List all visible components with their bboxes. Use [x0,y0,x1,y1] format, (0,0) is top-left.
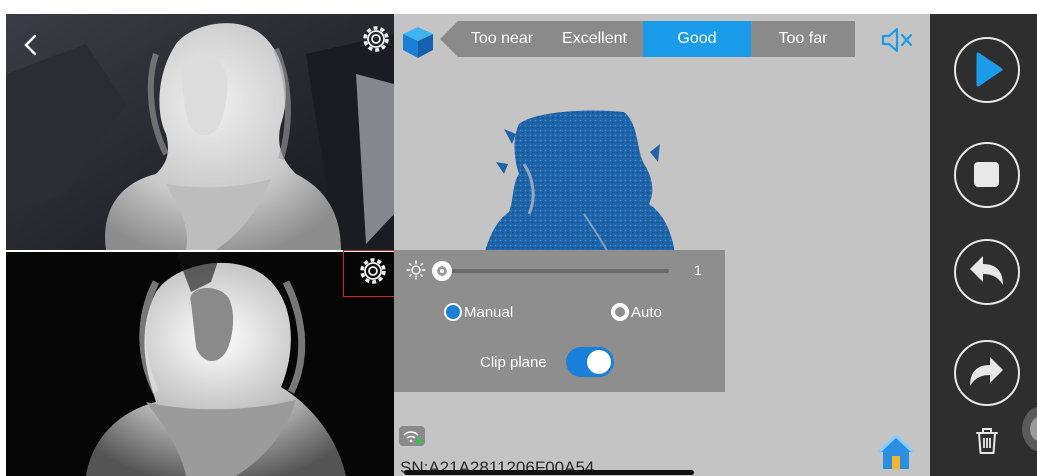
wifi-icon [399,426,425,446]
stop-scan-button[interactable] [954,142,1020,208]
redo-icon [970,357,1003,386]
color-camera-settings-button[interactable] [359,22,393,56]
toggle-knob [587,350,611,374]
back-button[interactable] [16,30,46,60]
scan-viewport[interactable]: Too near Excellent Good Too far 1 Manual… [394,14,930,476]
play-icon [976,52,1003,87]
bust-photo [6,14,394,250]
start-scan-button[interactable] [954,37,1020,103]
chevron-left-icon [24,34,37,56]
clip-plane-toggle[interactable] [566,347,614,377]
bust-infrared-image [6,252,394,476]
view-cube-button[interactable] [400,24,436,60]
redo-button[interactable] [954,340,1020,406]
indicator-arrow-shape [440,21,458,57]
brightness-slider[interactable] [439,269,669,273]
home-icon [877,434,915,469]
clip-plane-label: Clip plane [480,354,547,371]
radio-button-icon [444,303,462,321]
distance-indicator: Too near Excellent Good Too far [440,21,855,57]
undo-button[interactable] [954,239,1020,305]
assistive-touch-button[interactable] [1022,406,1037,452]
distance-good: Good [643,21,751,57]
sound-toggle-button[interactable] [880,26,914,54]
scan-control-bar [930,14,1037,476]
scanned-point-cloud [482,110,676,264]
distance-too-near: Too near [458,21,546,57]
auto-mode-label: Auto [631,303,662,321]
depth-camera-feed [6,252,394,476]
sun-icon [406,260,426,280]
home-indicator-bar [404,470,694,475]
gear-icon [363,26,389,52]
stop-icon [974,162,999,187]
manual-mode-radio[interactable]: Manual [444,302,513,322]
distance-excellent: Excellent [546,21,643,57]
radio-button-icon [611,303,629,321]
delete-button[interactable] [974,426,1000,456]
trash-icon [976,428,998,454]
color-camera-feed [6,14,394,250]
camera-settings-panel: 1 Manual Auto Clip plane [394,250,725,392]
brightness-slider-thumb[interactable] [432,261,452,281]
speaker-muted-icon [881,27,913,53]
home-button[interactable] [876,432,916,472]
manual-mode-label: Manual [464,303,514,321]
distance-too-far: Too far [751,21,855,57]
undo-icon [970,256,1003,285]
brightness-value: 1 [694,262,702,278]
auto-mode-radio[interactable]: Auto [611,302,662,322]
cube-icon [403,27,433,58]
